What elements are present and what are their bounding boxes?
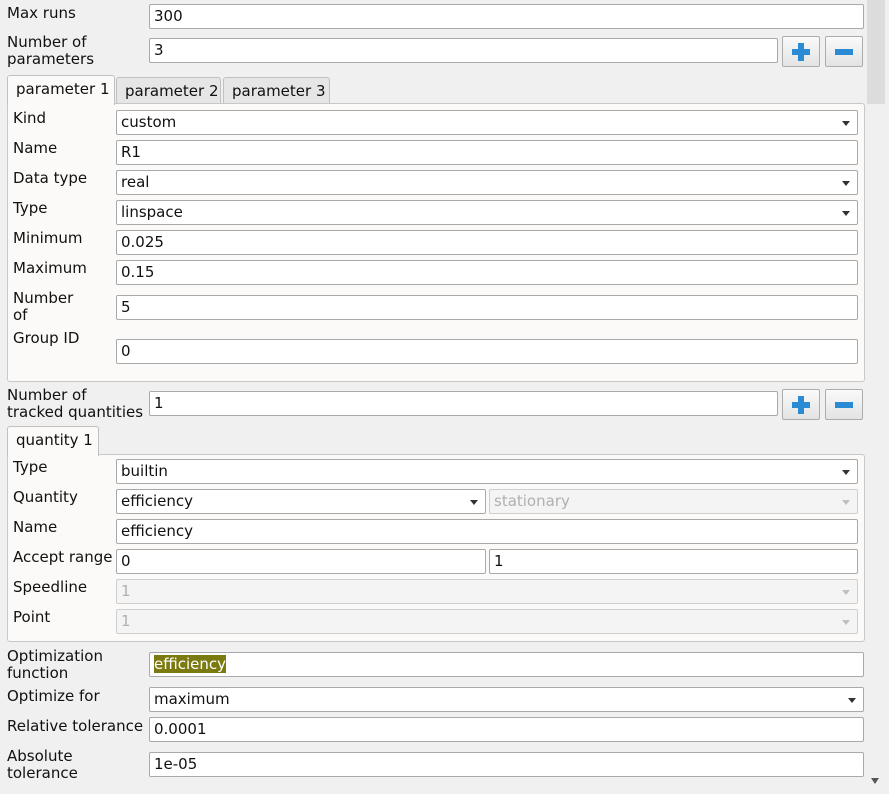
number-of-parameters-label: Number of parameters (7, 33, 95, 68)
kind-select[interactable]: custom (116, 110, 858, 135)
point-value: 1 (121, 612, 131, 630)
number-of-tracked-quantities-input[interactable]: 1 (149, 391, 778, 416)
param-type-select[interactable]: linspace (116, 200, 858, 225)
quantity-select[interactable]: efficiency (116, 489, 486, 514)
tab-parameter-3[interactable]: parameter 3 (223, 77, 330, 104)
group-id-input[interactable]: 0 (116, 339, 858, 364)
scroll-down-icon[interactable] (871, 778, 879, 784)
accept-range-label: Accept range (13, 548, 113, 566)
optimize-for-label: Optimize for (7, 687, 100, 705)
chevron-down-icon (842, 470, 850, 475)
selected-text: efficiency (154, 655, 227, 673)
quantity-type-value: builtin (121, 462, 168, 480)
relative-tolerance-label: Relative tolerance (7, 717, 144, 735)
minimum-input[interactable]: 0.025 (116, 230, 858, 255)
quantity-value: efficiency (121, 492, 194, 510)
optimize-for-select[interactable]: maximum (149, 687, 864, 712)
number-of-input[interactable]: 5 (116, 295, 858, 320)
number-of-parameters-input[interactable]: 3 (149, 38, 778, 63)
chevron-down-icon (470, 500, 478, 505)
relative-tolerance-input[interactable]: 0.0001 (149, 717, 864, 742)
absolute-tolerance-input[interactable]: 1e-05 (149, 752, 864, 777)
quantity-name-input[interactable]: efficiency (116, 519, 858, 544)
chevron-down-icon (842, 121, 850, 126)
add-quantity-button[interactable] (782, 389, 820, 420)
remove-quantity-button[interactable] (825, 389, 863, 420)
plus-icon (792, 43, 810, 61)
tab-parameter-1[interactable]: parameter 1 (7, 75, 115, 105)
param-name-input[interactable]: R1 (116, 140, 858, 165)
chevron-down-icon (842, 181, 850, 186)
kind-label: Kind (13, 109, 47, 127)
quantity-mode-select[interactable]: stationary (489, 489, 858, 514)
data-type-select[interactable]: real (116, 170, 858, 195)
speedline-value: 1 (121, 582, 131, 600)
number-of-label: Number of (13, 289, 74, 324)
accept-range-max-input[interactable]: 1 (489, 549, 858, 574)
minimum-label: Minimum (13, 229, 83, 247)
optimization-function-input[interactable]: efficiency (149, 652, 864, 677)
minus-icon (835, 402, 853, 408)
number-of-tracked-quantities-label: Number of tracked quantities (7, 386, 144, 421)
quantity-name-label: Name (13, 518, 58, 536)
quantity-type-label: Type (13, 458, 48, 476)
add-parameter-button[interactable] (782, 36, 820, 67)
chevron-down-icon (842, 620, 850, 625)
group-id-label: Group ID (13, 329, 80, 347)
optimization-function-label: Optimization function (7, 647, 103, 682)
chevron-down-icon (842, 500, 850, 505)
chevron-down-icon (842, 590, 850, 595)
kind-value: custom (121, 113, 177, 131)
speedline-label: Speedline (13, 578, 88, 596)
maximum-label: Maximum (13, 259, 87, 277)
param-name-label: Name (13, 139, 58, 157)
accept-range-min-input[interactable]: 0 (116, 549, 486, 574)
scrollbar-thumb[interactable] (867, 0, 885, 104)
maximum-input[interactable]: 0.15 (116, 260, 858, 285)
param-type-value: linspace (121, 203, 183, 221)
remove-parameter-button[interactable] (825, 36, 863, 67)
speedline-select[interactable]: 1 (116, 579, 858, 604)
quantity-mode-value: stationary (494, 492, 570, 510)
plus-icon (792, 396, 810, 414)
point-select[interactable]: 1 (116, 609, 858, 634)
chevron-down-icon (842, 211, 850, 216)
data-type-value: real (121, 173, 150, 191)
param-type-label: Type (13, 199, 48, 217)
tab-parameter-2[interactable]: parameter 2 (116, 77, 221, 104)
minus-icon (835, 49, 853, 55)
quantity-type-select[interactable]: builtin (116, 459, 858, 484)
chevron-down-icon (848, 698, 856, 703)
quantity-label: Quantity (13, 488, 78, 506)
point-label: Point (13, 608, 51, 626)
vertical-scrollbar[interactable] (865, 0, 889, 794)
optimize-for-value: maximum (154, 690, 230, 708)
max-runs-input[interactable]: 300 (149, 4, 864, 29)
absolute-tolerance-label: Absolute tolerance (7, 747, 78, 782)
max-runs-label: Max runs (7, 4, 76, 22)
data-type-label: Data type (13, 169, 88, 187)
tab-quantity-1[interactable]: quantity 1 (7, 426, 99, 456)
